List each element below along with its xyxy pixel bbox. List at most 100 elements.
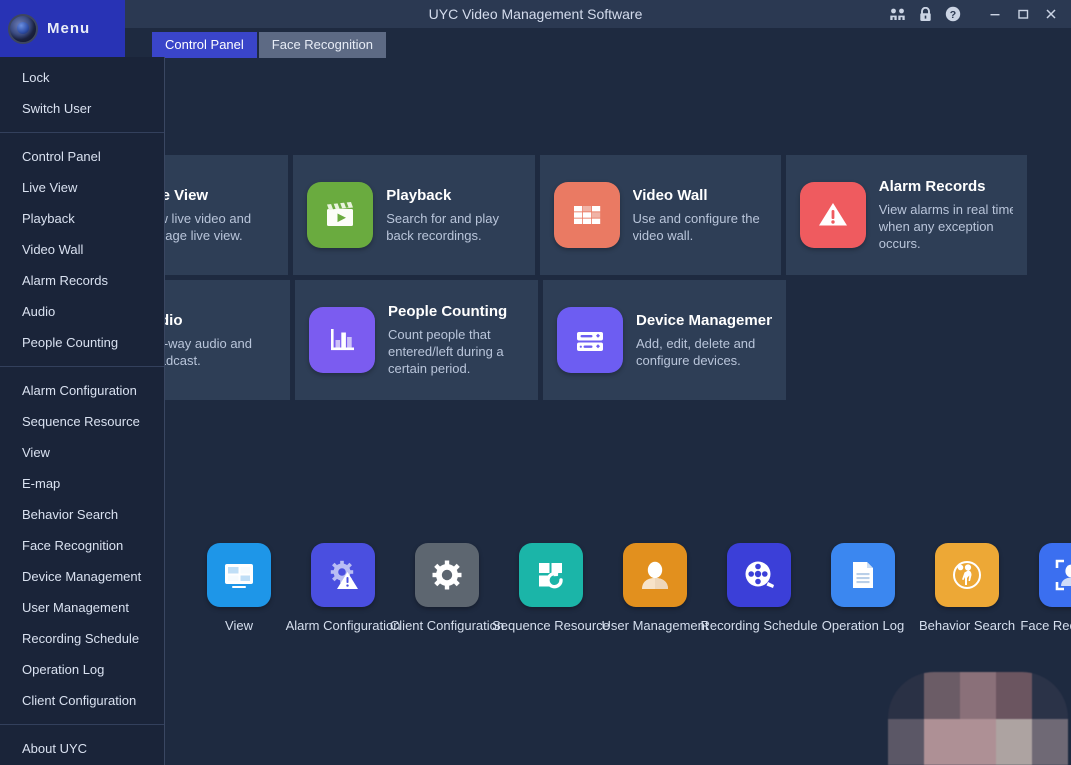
card-alarm-records[interactable]: Alarm Records View alarms in real time w…	[785, 155, 1027, 275]
shortcut-label: View	[225, 618, 253, 633]
menu-item-switch-user[interactable]: Switch User	[0, 93, 164, 124]
tab-control-panel[interactable]: Control Panel	[152, 32, 257, 58]
menu-item-view[interactable]: View	[0, 437, 164, 468]
application-window: UYC Video Management Software ? Menu Con…	[0, 0, 1071, 765]
menu-item-alarm-records[interactable]: Alarm Records	[0, 265, 164, 296]
alarm-records-icon	[799, 182, 866, 248]
behavior-search-icon	[935, 543, 999, 607]
card-device-management[interactable]: Device Management Add, edit, delete and …	[543, 280, 786, 400]
menu-item-client-configuration[interactable]: Client Configuration	[0, 685, 164, 716]
tab-face-recognition[interactable]: Face Recognition	[258, 32, 386, 58]
card-row-2: Audio Two-way audio and broadcast. Peopl…	[47, 280, 1027, 400]
people-icon[interactable]	[885, 2, 909, 26]
shortcut-user-management[interactable]: User Management	[601, 543, 709, 633]
shortcut-client-configuration[interactable]: Client Configuration	[390, 543, 504, 633]
view-icon	[207, 543, 271, 607]
menu-item-audio[interactable]: Audio	[0, 296, 164, 327]
app-logo-icon	[8, 13, 38, 44]
card-title: Playback	[386, 186, 452, 204]
shortcut-label: Client Configuration	[389, 618, 505, 633]
function-cards: Live View View live video and manage liv…	[47, 155, 1027, 405]
shortcut-recording-schedule[interactable]: Recording Schedule	[700, 543, 818, 633]
lock-icon[interactable]	[913, 2, 937, 26]
shortcut-label: User Management	[601, 618, 709, 633]
help-icon[interactable]: ?	[941, 2, 965, 26]
menu-item-control-panel[interactable]: Control Panel	[0, 141, 164, 172]
card-alarm-records-text: Alarm Records View alarms in real time w…	[879, 178, 1013, 252]
menu-group-session: Lock Switch User	[0, 62, 164, 124]
menu-item-user-management[interactable]: User Management	[0, 592, 164, 623]
face-recognition-icon	[1039, 543, 1071, 607]
close-icon[interactable]	[1039, 2, 1063, 26]
menu-item-alarm-configuration[interactable]: Alarm Configuration	[0, 375, 164, 406]
user-management-icon	[623, 543, 687, 607]
recording-schedule-icon	[727, 543, 791, 607]
alarm-configuration-icon	[311, 543, 375, 607]
tab-bar: Control Panel Face Recognition	[152, 32, 386, 58]
menu-item-e-map[interactable]: E-map	[0, 468, 164, 499]
card-desc: View alarms in real time when any except…	[878, 202, 1013, 251]
card-playback[interactable]: Playback Search for and play back record…	[293, 155, 535, 275]
pixelated-overlay	[888, 672, 1068, 765]
menu-item-behavior-search[interactable]: Behavior Search	[0, 499, 164, 530]
menu-item-sequence-resource[interactable]: Sequence Resource	[0, 406, 164, 437]
menu-item-lock[interactable]: Lock	[0, 62, 164, 93]
card-video-wall[interactable]: Video Wall Use and configure the video w…	[539, 155, 781, 275]
window-controls: ?	[885, 0, 1063, 28]
menu-item-device-management[interactable]: Device Management	[0, 561, 164, 592]
minimize-icon[interactable]	[983, 2, 1007, 26]
sequence-resource-icon	[519, 543, 583, 607]
menu-item-face-recognition[interactable]: Face Recognition	[0, 530, 164, 561]
shortcut-alarm-configuration[interactable]: Alarm Configuration	[286, 543, 400, 633]
menu-item-operation-log[interactable]: Operation Log	[0, 654, 164, 685]
card-playback-text: Playback Search for and play back record…	[386, 187, 520, 244]
menu-item-live-view[interactable]: Live View	[0, 172, 164, 203]
video-wall-icon	[553, 182, 620, 248]
playback-icon	[307, 182, 374, 248]
card-video-wall-text: Video Wall Use and configure the video w…	[633, 187, 767, 244]
card-title: Alarm Records	[878, 178, 986, 195]
shortcut-operation-log[interactable]: Operation Log	[811, 543, 915, 633]
menu-group-about: About UYC	[0, 733, 164, 764]
client-configuration-icon	[415, 543, 479, 607]
main-menu-dropdown: Lock Switch User Control Panel Live View…	[0, 57, 165, 765]
card-title: Video Wall	[632, 186, 708, 204]
shortcut-label: Operation Log	[821, 618, 905, 633]
menu-item-video-wall[interactable]: Video Wall	[0, 234, 164, 265]
menu-group-configuration: Alarm Configuration Sequence Resource Vi…	[0, 375, 164, 716]
card-people-counting[interactable]: People Counting Count people that entere…	[295, 280, 538, 400]
menu-group-modules: Control Panel Live View Playback Video W…	[0, 141, 164, 358]
menu-item-people-counting[interactable]: People Counting	[0, 327, 164, 358]
menu-item-about-uyc[interactable]: About UYC	[0, 733, 164, 764]
operation-log-icon	[831, 543, 895, 607]
card-desc: Search for and play back recordings.	[386, 210, 499, 243]
card-title: People Counting	[388, 303, 508, 320]
menu-item-recording-schedule[interactable]: Recording Schedule	[0, 623, 164, 654]
card-desc: Use and configure the video wall.	[632, 210, 760, 243]
card-device-management-text: Device Management Add, edit, delete and …	[636, 312, 772, 369]
shortcut-behavior-search[interactable]: Behavior Search	[915, 543, 1019, 633]
shortcut-label: Recording Schedule	[700, 618, 818, 633]
shortcut-sequence-resource[interactable]: Sequence Resource	[492, 543, 610, 633]
device-management-icon	[557, 307, 623, 373]
shortcut-view[interactable]: View	[187, 543, 291, 633]
title-bar: UYC Video Management Software ?	[0, 0, 1071, 28]
menu-item-playback[interactable]: Playback	[0, 203, 164, 234]
shortcut-label: Face Recognition	[1020, 618, 1071, 633]
menu-button[interactable]: Menu	[0, 0, 125, 57]
shortcut-label: Alarm Configuration	[285, 618, 401, 633]
menu-button-label: Menu	[47, 20, 91, 37]
svg-text:?: ?	[950, 9, 956, 21]
menu-separator	[0, 366, 164, 367]
maximize-icon[interactable]	[1011, 2, 1035, 26]
menu-separator	[0, 132, 164, 133]
shortcut-icon-strip: View Alarm Configuration Client Configur…	[187, 543, 1071, 633]
pixelated-tiles	[888, 672, 1068, 765]
card-desc: Add, edit, delete and configure devices.	[636, 335, 756, 368]
shortcut-face-recognition[interactable]: Face Recognition	[1019, 543, 1071, 633]
card-people-counting-text: People Counting Count people that entere…	[388, 303, 524, 377]
people-counting-icon	[309, 307, 375, 373]
shortcut-label: Behavior Search	[918, 618, 1016, 633]
card-desc: Count people that entered/left during a …	[388, 327, 504, 376]
card-title: Device Management	[636, 311, 772, 329]
